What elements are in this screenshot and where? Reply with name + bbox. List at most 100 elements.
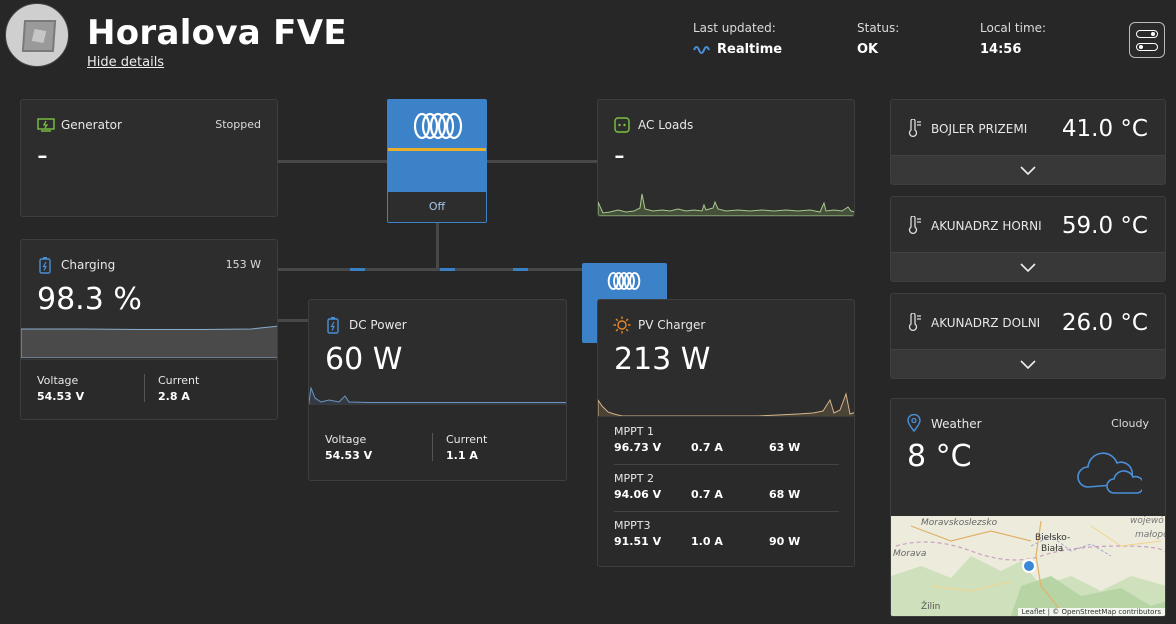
temperature-name: AKUNADRZ DOLNI	[931, 316, 1041, 330]
dc-voltage-label: Voltage	[325, 433, 367, 446]
mppt-current: 0.7 A	[691, 488, 723, 501]
mppt-power: 63 W	[769, 441, 801, 454]
ac-loads-sparkline	[598, 193, 854, 216]
temperature-card[interactable]: AKUNADRZ DOLNI 26.0 °C	[890, 293, 1166, 379]
connector-battery-dcpower	[277, 319, 309, 322]
mppt-row-3: MPPT3 91.51 V 1.0 A 90 W	[614, 519, 839, 559]
mppt-name: MPPT 2	[614, 472, 654, 485]
temperature-card[interactable]: BOJLER PRIZEMI 41.0 °C	[890, 99, 1166, 185]
map-label: Morava	[893, 549, 927, 559]
ac-outlet-icon	[614, 117, 630, 133]
mppt-power: 90 W	[769, 535, 801, 548]
inverter-block[interactable]: Off	[387, 99, 487, 223]
weather-condition: Cloudy	[1111, 417, 1149, 430]
victron-logo-icon	[413, 112, 463, 140]
ac-loads-card[interactable]: AC Loads -	[597, 99, 855, 217]
mppt-victron-logo-icon	[607, 272, 641, 290]
pv-charger-title: PV Charger	[638, 318, 706, 332]
generator-status: Stopped	[215, 118, 261, 131]
mppt-name: MPPT3	[614, 519, 651, 532]
battery-current-label: Current	[158, 374, 200, 387]
last-updated-label: Last updated:	[693, 21, 776, 35]
local-time-value: 14:56	[980, 42, 1022, 57]
weather-temperature: 8 °C	[907, 439, 972, 474]
map-label: wojewó	[1130, 516, 1164, 526]
settings-toggle-button[interactable]	[1129, 22, 1165, 58]
connector-inverter-dcbus	[436, 222, 439, 270]
ac-loads-title: AC Loads	[638, 118, 694, 132]
expand-button[interactable]	[891, 155, 1165, 184]
mppt-row-1: MPPT 1 96.73 V 0.7 A 63 W	[614, 425, 839, 465]
realtime-text: Realtime	[717, 42, 783, 57]
weather-map[interactable]: Moravskoslezsko Morava Bielsko- Biała wo…	[891, 516, 1165, 616]
temperature-name: BOJLER PRIZEMI	[931, 122, 1028, 136]
status-value: OK	[857, 42, 879, 57]
location-pin-icon	[907, 414, 921, 432]
map-label: Biała	[1041, 544, 1064, 554]
battery-voltage: 54.53 V	[37, 390, 85, 403]
map-label: małopo	[1135, 530, 1165, 540]
mppt-power: 68 W	[769, 488, 801, 501]
status-label: Status:	[857, 21, 900, 35]
connector-inverter-acloads	[487, 160, 597, 163]
chevron-down-icon	[1020, 166, 1036, 176]
temperature-value: 26.0 °C	[1061, 310, 1148, 336]
battery-soc: 98.3 %	[37, 282, 142, 317]
mppt-current: 1.0 A	[691, 535, 723, 548]
dc-voltage: 54.53 V	[325, 449, 373, 462]
weather-title: Weather	[931, 417, 982, 431]
connector-generator-inverter	[277, 160, 387, 163]
dc-power-title: DC Power	[349, 318, 407, 332]
chevron-down-icon	[1020, 263, 1036, 273]
thermometer-icon	[908, 216, 921, 234]
pv-charger-card[interactable]: PV Charger 213 W MPPT 1 96.73 V 0.7 A 63…	[597, 299, 855, 567]
weather-card[interactable]: Weather Cloudy 8 °C Moravskoslezsko Mora…	[890, 398, 1166, 617]
temperature-card[interactable]: AKUNADRZ HORNI 59.0 °C	[890, 196, 1166, 282]
mppt-current: 0.7 A	[691, 441, 723, 454]
inverter-status-bar	[388, 148, 486, 151]
map-tiles	[891, 516, 1165, 616]
battery-power: 153 W	[225, 258, 261, 271]
battery-current: 2.8 A	[158, 390, 190, 403]
map-label: Bielsko-	[1035, 533, 1071, 543]
dc-power-sparkline	[309, 386, 566, 406]
temperature-value: 41.0 °C	[1061, 116, 1148, 142]
pv-charger-sparkline	[598, 392, 854, 418]
site-avatar	[5, 3, 69, 67]
battery-voltage-label: Voltage	[37, 374, 79, 387]
mppt-voltage: 94.06 V	[614, 488, 662, 501]
battery-soc-sparkline	[21, 325, 277, 358]
pv-charger-value: 213 W	[614, 342, 711, 377]
realtime-wave-icon	[693, 46, 710, 54]
map-attribution[interactable]: Leaflet | © OpenStreetMap contributors	[1017, 608, 1165, 616]
thermometer-icon	[908, 119, 921, 137]
generator-icon	[37, 118, 55, 132]
generator-value: -	[37, 138, 48, 173]
generator-card[interactable]: Generator Stopped -	[20, 99, 278, 217]
expand-button[interactable]	[891, 349, 1165, 378]
page-title: Horalova FVE	[87, 13, 347, 53]
ac-loads-value: -	[614, 138, 625, 173]
solar-panel-image	[21, 20, 57, 52]
mppt-voltage: 96.73 V	[614, 441, 662, 454]
temperature-name: AKUNADRZ HORNI	[931, 219, 1042, 233]
expand-button[interactable]	[891, 252, 1165, 281]
map-label: Žilin	[921, 602, 941, 612]
inverter-state: Off	[428, 200, 446, 213]
battery-card[interactable]: Charging 153 W 98.3 % Voltage 54.53 V Cu…	[20, 239, 278, 420]
sun-icon	[613, 316, 631, 334]
battery-title: Charging	[61, 258, 116, 272]
dc-current: 1.1 A	[446, 449, 478, 462]
dc-power-card[interactable]: DC Power 60 W Voltage 54.53 V Current 1.…	[308, 299, 567, 481]
chevron-down-icon	[1020, 360, 1036, 370]
mppt-row-2: MPPT 2 94.06 V 0.7 A 68 W	[614, 472, 839, 512]
generator-title: Generator	[61, 118, 122, 132]
mppt-name: MPPT 1	[614, 425, 654, 438]
temperature-value: 59.0 °C	[1061, 213, 1148, 239]
local-time-label: Local time:	[980, 21, 1047, 35]
hide-details-link[interactable]: Hide details	[87, 55, 164, 70]
cloud-icon	[1077, 452, 1142, 494]
mppt-voltage: 91.51 V	[614, 535, 662, 548]
connector-dc-bus	[277, 268, 597, 271]
map-label: Moravskoslezsko	[921, 518, 998, 528]
